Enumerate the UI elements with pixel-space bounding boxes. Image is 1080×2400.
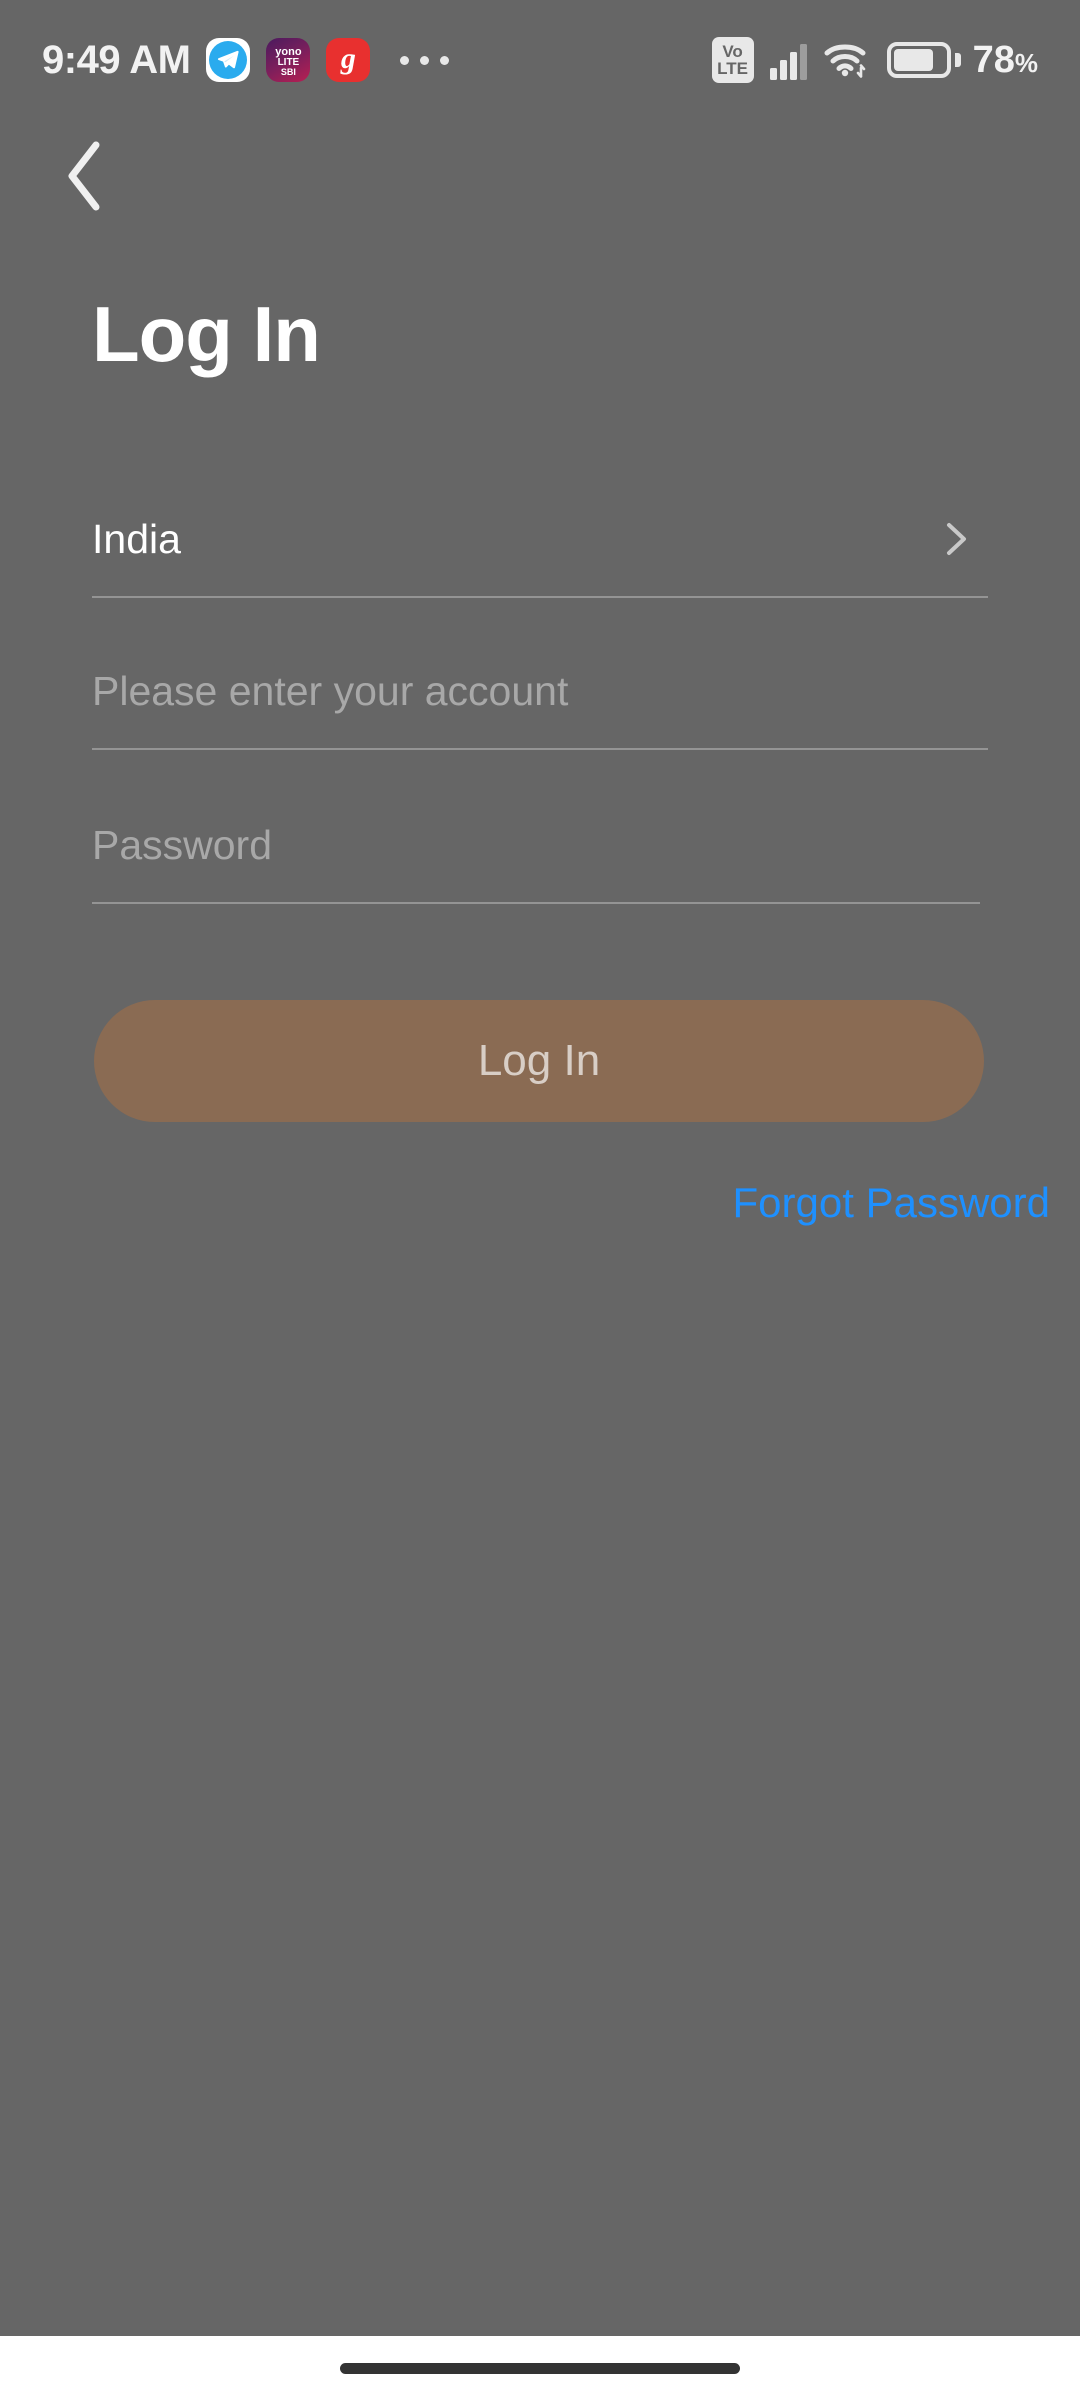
battery-shell [886,42,951,78]
page-title: Log In [92,290,321,378]
groww-notification-icon[interactable]: g [326,38,371,82]
battery-percentage-value: 78 [972,38,1015,81]
chevron-right-glyph [947,523,966,555]
wifi-icon [823,40,871,80]
back-button[interactable] [36,128,132,224]
country-selector-row[interactable]: India [92,480,988,598]
password-field-divider [92,902,980,904]
signal-bar [789,52,797,80]
password-input-placeholder[interactable]: Password [92,824,272,866]
cellular-signal-icon [769,40,807,80]
chevron-left-icon [68,141,100,211]
chevron-right-icon [936,519,976,559]
volte-line2: LTE [717,59,749,78]
signal-bar [779,60,787,80]
status-bar-clock: 9:49 AM [42,37,191,82]
status-bar-left: 9:49 AM yono LITE SBI g [42,37,450,83]
status-bar-right: Vo LTE 78% [711,37,1038,83]
groww-letter: g [340,42,356,75]
login-button[interactable]: Log In [94,1000,984,1122]
yono-line3: SBI [280,66,296,77]
battery-percentage: 78% [973,39,1038,82]
signal-bar [769,68,777,80]
overflow-dot [440,55,450,65]
battery-terminal [954,53,961,67]
login-form: India Please enter your account Password [92,480,988,904]
notification-overflow-icon[interactable] [400,55,450,65]
forgot-password-link[interactable]: Forgot Password [0,1182,1050,1224]
home-indicator[interactable] [340,2362,740,2374]
status-bar: 9:49 AM yono LITE SBI g Vo LTE 78% [0,0,1080,120]
yono-lite-sbi-notification-icon[interactable]: yono LITE SBI [266,38,311,82]
account-field-divider [92,748,988,750]
telegram-circle [209,41,248,79]
signal-bar [799,44,807,80]
country-selector-value: India [92,515,181,562]
yono-line1: yono [275,45,302,58]
system-navigation-bar [0,2336,1080,2400]
login-screen: 9:49 AM yono LITE SBI g Vo LTE 78% Log I… [0,0,1080,2400]
paper-plane-icon [218,50,240,69]
wifi-glyph [824,44,866,78]
yono-line2: LITE [277,56,300,68]
battery-indicator: 78% [886,39,1038,82]
overflow-dot [400,55,410,65]
volte-line1: Vo [722,41,743,61]
volte-icon: Vo LTE [711,37,754,83]
account-field-row[interactable]: Please enter your account [92,632,988,750]
country-field-divider [92,596,988,598]
password-field-row[interactable]: Password [92,786,988,904]
telegram-notification-icon[interactable] [206,38,251,82]
account-input-placeholder[interactable]: Please enter your account [92,670,568,712]
battery-fill [893,49,933,71]
overflow-dot [420,55,430,65]
battery-percent-sign: % [1014,47,1038,78]
